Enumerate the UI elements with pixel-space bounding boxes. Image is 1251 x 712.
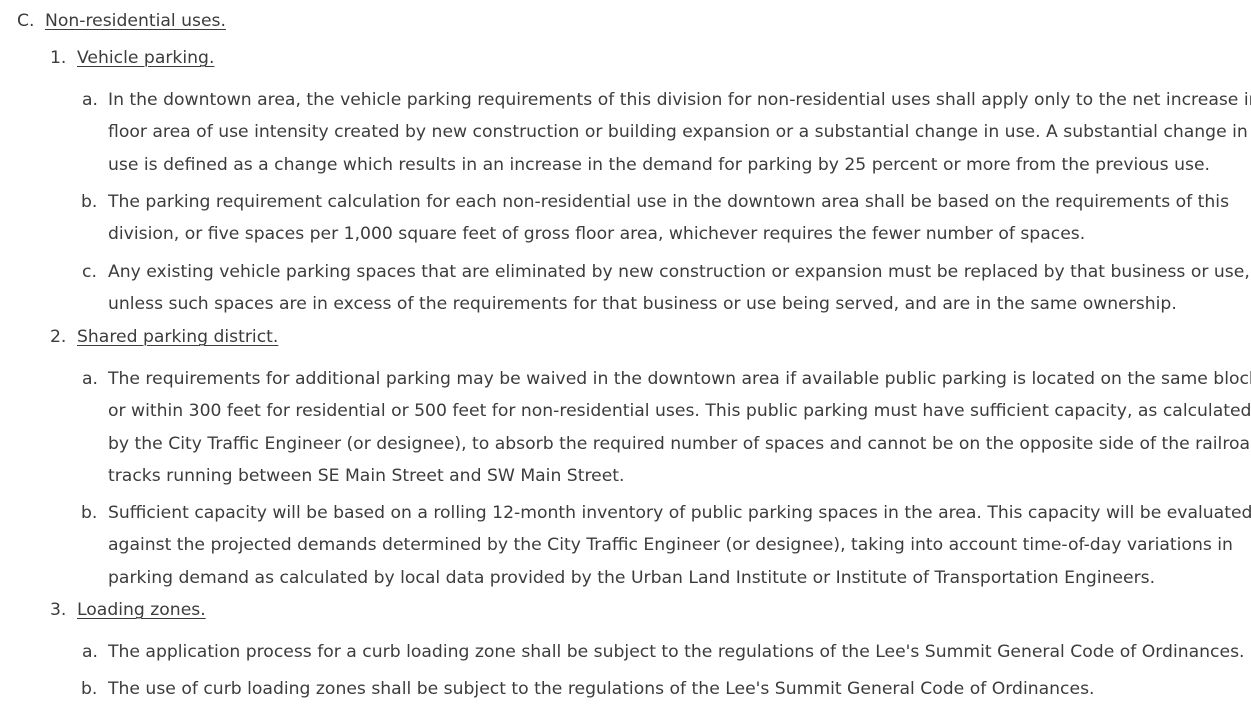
subitem-paragraph: The requirements for additional parking … [108, 363, 1251, 493]
paragraph-line: The requirements for additional parking … [108, 369, 1251, 389]
item-title-link-vehicle-parking[interactable]: Vehicle parking. [77, 48, 214, 68]
subitem-paragraph: Any existing vehicle parking spaces that… [108, 256, 1250, 321]
section-title-link[interactable]: Non-residential uses. [45, 11, 226, 31]
paragraph-line: Any existing vehicle parking spaces that… [108, 262, 1250, 282]
paragraph-line: tracks running between SE Main Street an… [108, 466, 625, 487]
subitem-marker: a. [82, 90, 98, 110]
paragraph-line: by the City Traffic Engineer (or designe… [108, 433, 1251, 454]
paragraph-line: or within 300 feet for residential or 50… [108, 401, 1251, 422]
paragraph-line: Sufficient capacity will be based on a r… [108, 503, 1251, 523]
subitem-paragraph: In the downtown area, the vehicle parkin… [108, 84, 1251, 181]
paragraph-line: unless such spaces are in excess of the … [108, 294, 1177, 315]
section-marker: C. [17, 11, 35, 31]
subitem-paragraph: Sufficient capacity will be based on a r… [108, 497, 1251, 594]
paragraph-line: In the downtown area, the vehicle parkin… [108, 90, 1251, 110]
subitem-paragraph: The parking requirement calculation for … [108, 186, 1230, 251]
subitem-marker: b. [81, 503, 98, 523]
paragraph-line: The parking requirement calculation for … [108, 192, 1230, 212]
item-marker: 1. [50, 48, 67, 68]
subitem-marker: b. [81, 192, 98, 212]
item-marker: 2. [50, 327, 67, 347]
paragraph-line: division, or five spaces per 1,000 squar… [108, 224, 1086, 245]
paragraph-line: The application process for a curb loadi… [108, 642, 1245, 662]
paragraph-line: The use of curb loading zones shall be s… [108, 679, 1095, 699]
paragraph-line: use is defined as a change which results… [108, 154, 1210, 175]
subitem-marker: c. [82, 262, 97, 282]
paragraph-line: against the projected demands determined… [108, 535, 1233, 556]
item-title-link-loading-zones[interactable]: Loading zones. [77, 600, 206, 620]
subitem-marker: a. [82, 642, 98, 662]
item-title-link-shared-parking-district[interactable]: Shared parking district. [77, 327, 278, 347]
item-marker: 3. [50, 600, 67, 620]
subitem-paragraph: The application process for a curb loadi… [108, 636, 1245, 668]
subitem-marker: b. [81, 679, 98, 699]
paragraph-line: floor area of use intensity created by n… [108, 122, 1248, 143]
paragraph-line: parking demand as calculated by local da… [108, 567, 1156, 588]
subitem-marker: a. [82, 369, 98, 389]
subitem-paragraph: The use of curb loading zones shall be s… [108, 673, 1213, 705]
